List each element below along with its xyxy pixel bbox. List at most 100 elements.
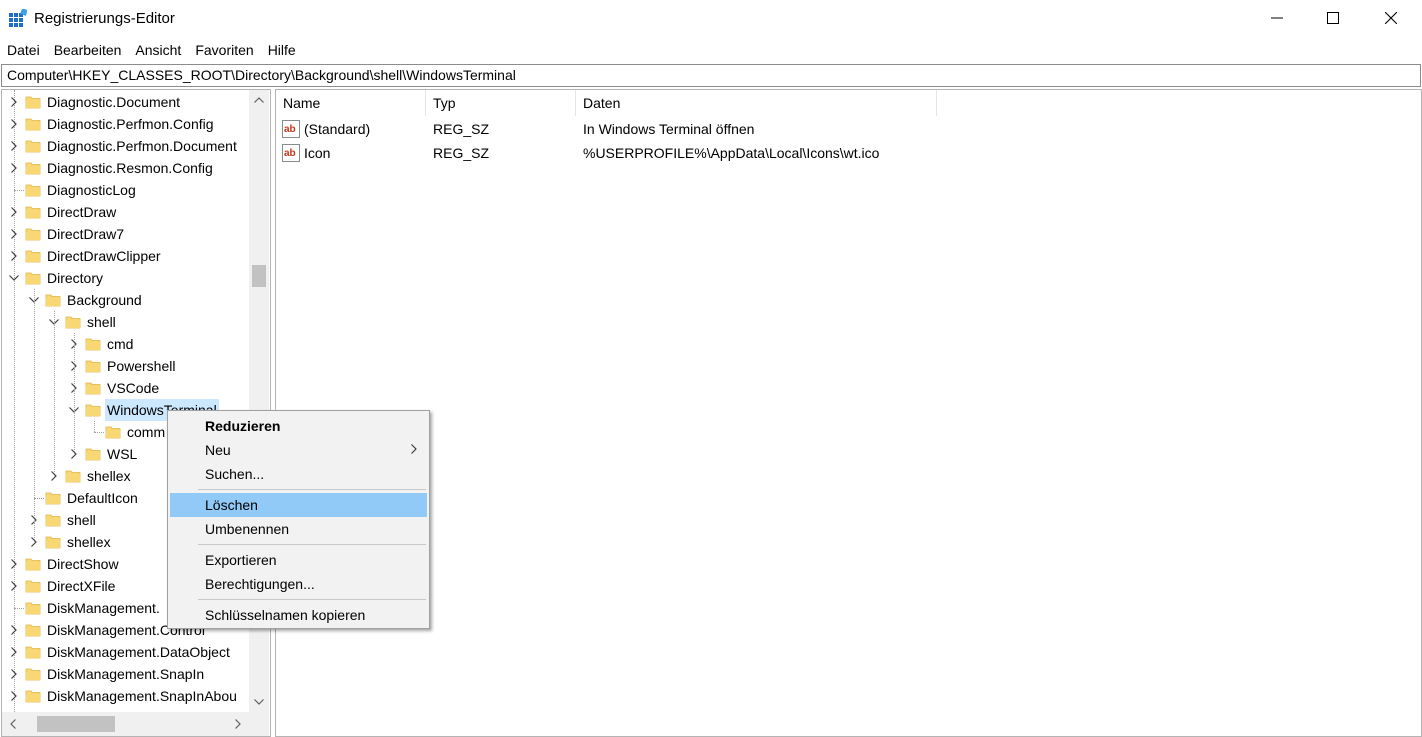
menu-item-neu[interactable]: Neu (170, 438, 427, 462)
tree-item[interactable]: VSCode (2, 377, 249, 399)
tree-item[interactable]: Powershell (2, 355, 249, 377)
expand-chevron-right-icon[interactable] (8, 619, 20, 641)
menu-favoriten[interactable]: Favoriten (188, 38, 260, 62)
tree-connector-line (14, 608, 24, 609)
tree-item[interactable]: Diagnostic.Document (2, 91, 249, 113)
menu-item-reduzieren[interactable]: Reduzieren (170, 414, 427, 438)
expand-chevron-right-icon[interactable] (8, 223, 20, 245)
tree-item[interactable]: DirectDraw7 (2, 223, 249, 245)
menu-item-schluesselnamen-kopieren[interactable]: Schlüsselnamen kopieren (170, 603, 427, 627)
folder-icon (85, 360, 101, 373)
tree-item-label: DirectDrawClipper (47, 248, 161, 264)
folder-icon (105, 426, 121, 439)
tree-item-label: Diagnostic.Perfmon.Config (47, 116, 214, 132)
minimize-button[interactable] (1248, 0, 1306, 36)
maximize-icon (1327, 12, 1339, 24)
column-header-name[interactable]: Name (276, 90, 426, 116)
value-row[interactable]: ab (Standard) REG_SZ In Windows Terminal… (276, 117, 1416, 141)
tree-item-label: DiskManagement.SnapIn (47, 666, 205, 682)
tree-item[interactable]: DiskManagement.SnapIn (2, 663, 249, 685)
scroll-down-button[interactable] (249, 692, 269, 712)
menu-item-berechtigungen[interactable]: Berechtigungen... (170, 572, 427, 596)
svg-text:ab: ab (284, 124, 296, 135)
expand-chevron-right-icon[interactable] (8, 157, 20, 179)
folder-icon (65, 470, 81, 483)
menu-ansicht[interactable]: Ansicht (128, 38, 188, 62)
folder-icon (25, 206, 41, 219)
tree-item[interactable]: DiskManagement.DataObject (2, 641, 249, 663)
tree-item[interactable]: shell (2, 311, 249, 333)
expand-chevron-right-icon[interactable] (8, 91, 20, 113)
tree-item-label: DiskManagement. (47, 600, 160, 616)
tree-connector-line (34, 498, 44, 499)
tree-item[interactable]: Directory (2, 267, 249, 289)
maximize-button[interactable] (1304, 0, 1362, 36)
folder-icon (45, 294, 61, 307)
scroll-right-button[interactable] (228, 714, 248, 734)
tree-item-label: Background (67, 292, 142, 308)
title-bar: Registrierungs-Editor (0, 0, 1422, 38)
tree-item-label: Diagnostic.Resmon.Config (47, 160, 213, 176)
folder-icon (85, 448, 101, 461)
tree-item-label: VSCode (107, 380, 160, 396)
address-bar[interactable]: Computer\HKEY_CLASSES_ROOT\Directory\Bac… (1, 64, 1421, 87)
expand-chevron-right-icon[interactable] (8, 113, 20, 135)
folder-icon (85, 404, 101, 417)
tree-item-label: shell (67, 512, 96, 528)
horizontal-scroll-thumb[interactable] (37, 716, 115, 732)
menu-item-loeschen[interactable]: Löschen (170, 493, 427, 517)
value-data: %USERPROFILE%\AppData\Local\Icons\wt.ico (583, 145, 880, 161)
expand-chevron-down-icon[interactable] (8, 267, 20, 289)
value-type: REG_SZ (433, 145, 490, 161)
minimize-icon (1271, 17, 1283, 19)
expand-chevron-right-icon[interactable] (8, 575, 20, 597)
folder-icon (45, 514, 61, 527)
column-header-data[interactable]: Daten (576, 90, 937, 116)
tree-item[interactable]: Diagnostic.Perfmon.Config (2, 113, 249, 135)
expand-chevron-right-icon[interactable] (8, 135, 20, 157)
menu-datei[interactable]: Datei (0, 38, 47, 62)
tree-item-label: shellex (67, 534, 111, 550)
svg-text:ab: ab (284, 148, 296, 159)
value-row[interactable]: ab Icon REG_SZ %USERPROFILE%\AppData\Loc… (276, 141, 1416, 165)
menu-item-umbenennen[interactable]: Umbenennen (170, 517, 427, 541)
tree-item[interactable]: cmd (2, 333, 249, 355)
column-header-type[interactable]: Typ (426, 90, 576, 116)
expand-chevron-right-icon[interactable] (8, 245, 20, 267)
string-value-icon: ab (282, 120, 300, 138)
expand-chevron-right-icon[interactable] (8, 685, 20, 707)
expand-chevron-right-icon[interactable] (8, 641, 20, 663)
scroll-up-button[interactable] (249, 90, 269, 110)
menu-item-exportieren[interactable]: Exportieren (170, 548, 427, 572)
folder-icon (25, 624, 41, 637)
menu-separator (198, 544, 426, 545)
menu-item-suchen[interactable]: Suchen... (170, 462, 427, 486)
tree-item-label: DirectDraw7 (47, 226, 125, 242)
tree-item[interactable]: DirectDraw (2, 201, 249, 223)
expand-chevron-right-icon[interactable] (8, 553, 20, 575)
tree-item[interactable]: DirectDrawClipper (2, 245, 249, 267)
tree-item[interactable]: Background (2, 289, 249, 311)
menu-hilfe[interactable]: Hilfe (261, 38, 303, 62)
tree-horizontal-scrollbar[interactable] (2, 712, 249, 736)
vertical-scroll-thumb[interactable] (252, 265, 266, 287)
close-button[interactable] (1362, 0, 1420, 36)
tree-item[interactable]: DiskManagement.SnapInAbou (2, 685, 249, 707)
folder-icon (25, 140, 41, 153)
scroll-left-button[interactable] (3, 714, 23, 734)
folder-icon (25, 96, 41, 109)
tree-guide-line (74, 333, 75, 454)
expand-chevron-right-icon[interactable] (8, 201, 20, 223)
tree-item[interactable]: Diagnostic.Perfmon.Document (2, 135, 249, 157)
values-pane: Name Typ Daten ab (Standard) REG_SZ In W… (275, 89, 1422, 737)
folder-icon (25, 250, 41, 263)
tree-item[interactable]: Diagnostic.Resmon.Config (2, 157, 249, 179)
folder-icon (25, 602, 41, 615)
value-name: Icon (304, 145, 331, 161)
expand-chevron-right-icon[interactable] (8, 663, 20, 685)
folder-icon (25, 228, 41, 241)
tree-item[interactable]: DiagnosticLog (2, 179, 249, 201)
tree-item-label: cmd (107, 336, 134, 352)
menu-bearbeiten[interactable]: Bearbeiten (47, 38, 129, 62)
menu-separator (198, 489, 426, 490)
